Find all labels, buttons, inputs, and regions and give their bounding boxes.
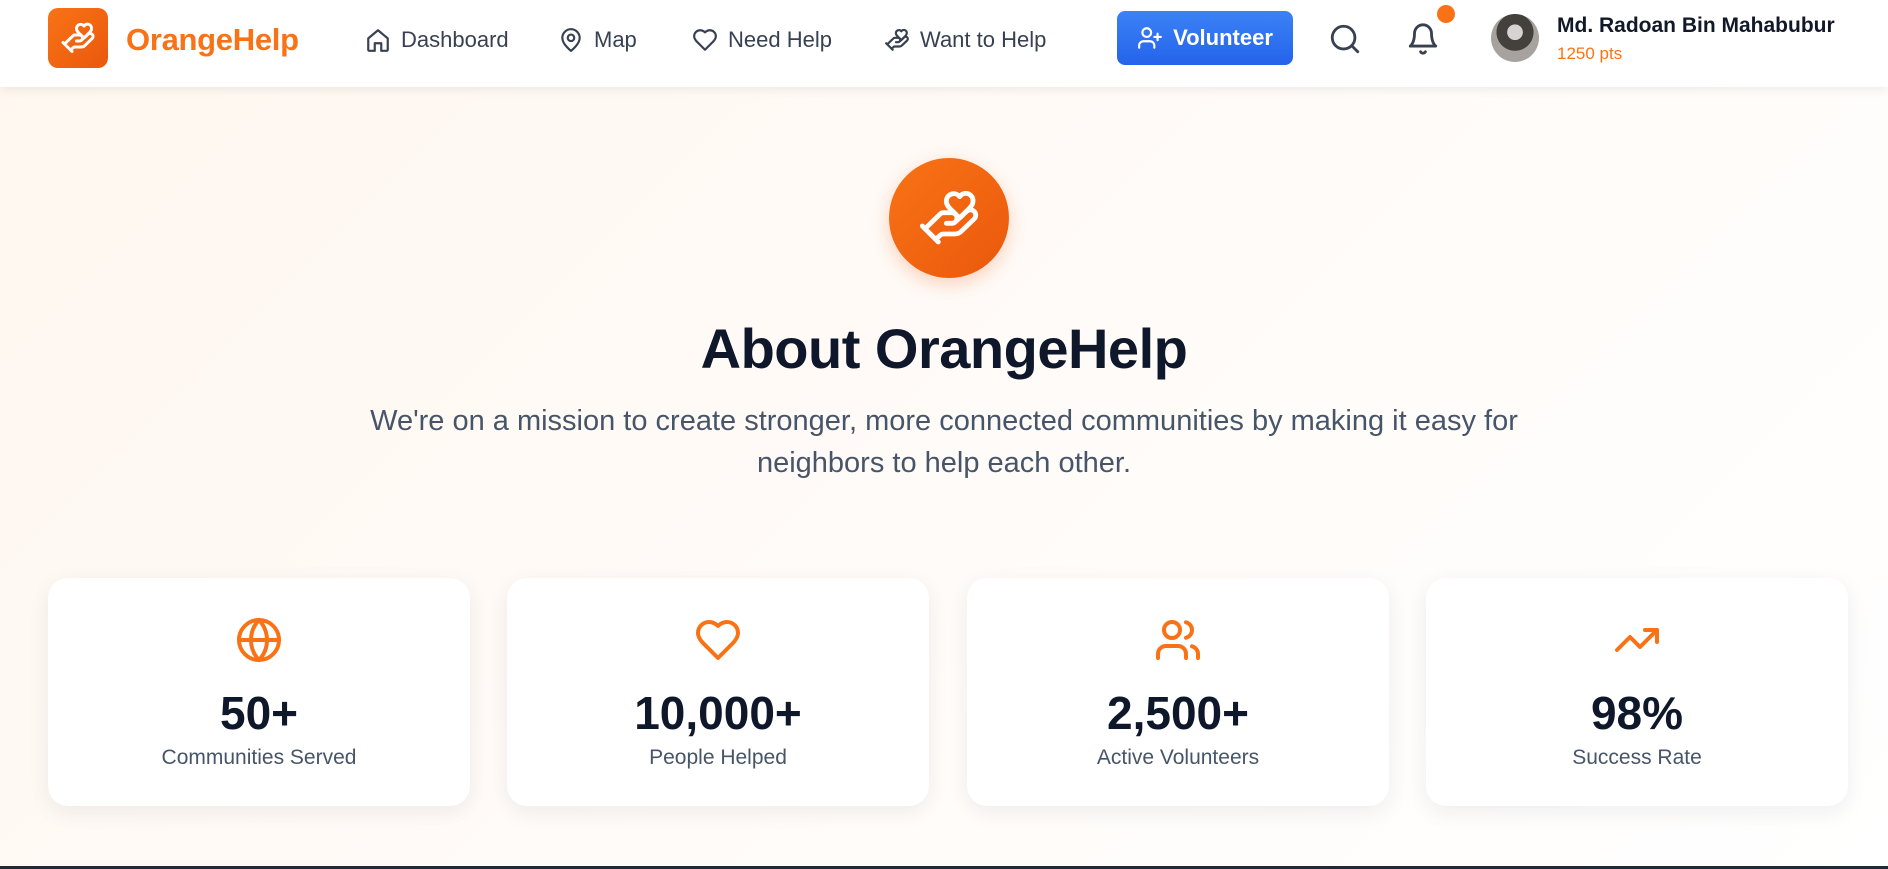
hand-heart-icon [919, 190, 979, 245]
stat-card-volunteers: 2,500+ Active Volunteers [967, 578, 1389, 806]
user-points: 1250 pts [1557, 44, 1623, 63]
bell-icon[interactable] [1406, 22, 1440, 56]
trending-up-icon [1615, 628, 1659, 652]
stat-value: 10,000+ [634, 687, 802, 739]
user-name[interactable]: Md. Radoan Bin Mahabubur [1557, 14, 1835, 38]
user-plus-icon [1138, 27, 1162, 49]
nav-need-help-label: Need Help [728, 27, 832, 52]
nav-dashboard[interactable]: Dashboard [365, 24, 509, 56]
nav-want-to-help-label: Want to Help [920, 27, 1047, 52]
nav-need-help[interactable]: Need Help [692, 24, 832, 56]
volunteer-button[interactable]: Volunteer [1117, 11, 1293, 65]
brand-logo[interactable] [48, 8, 108, 68]
stat-card-communities: 50+ Communities Served [48, 578, 470, 806]
stat-card-people-helped: 10,000+ People Helped [507, 578, 929, 806]
nav-map-label: Map [594, 27, 637, 52]
hand-heart-icon [885, 28, 909, 51]
stat-label: Active Volunteers [1096, 746, 1260, 769]
hero-logo [889, 158, 1009, 278]
nav-map[interactable]: Map [558, 24, 637, 56]
top-navbar: OrangeHelp Dashboard Map Need Help Want … [0, 0, 1888, 87]
heart-icon [696, 620, 740, 660]
stat-label: Success Rate [1572, 746, 1702, 769]
map-pin-icon [561, 28, 581, 52]
notification-badge [1437, 5, 1455, 23]
stat-value: 98% [1590, 687, 1684, 739]
volunteer-button-label: Volunteer [1173, 25, 1273, 50]
stat-label: Communities Served [161, 746, 357, 769]
home-icon [367, 29, 389, 52]
heart-icon [693, 29, 717, 51]
stat-card-success-rate: 98% Success Rate [1426, 578, 1848, 806]
globe-icon [237, 618, 281, 662]
brand-name[interactable]: OrangeHelp [126, 22, 299, 58]
search-icon[interactable] [1328, 22, 1362, 56]
avatar[interactable] [1491, 14, 1539, 62]
hand-heart-icon [61, 22, 95, 53]
page-subtitle: We're on a mission to create stronger, m… [370, 405, 1518, 479]
stat-label: People Helped [649, 746, 787, 769]
stat-value: 50+ [219, 687, 299, 739]
nav-want-to-help[interactable]: Want to Help [884, 24, 1046, 56]
nav-dashboard-label: Dashboard [401, 27, 509, 52]
users-icon [1156, 620, 1200, 660]
page-title: About OrangeHelp [700, 317, 1188, 380]
stat-value: 2,500+ [1107, 687, 1249, 739]
